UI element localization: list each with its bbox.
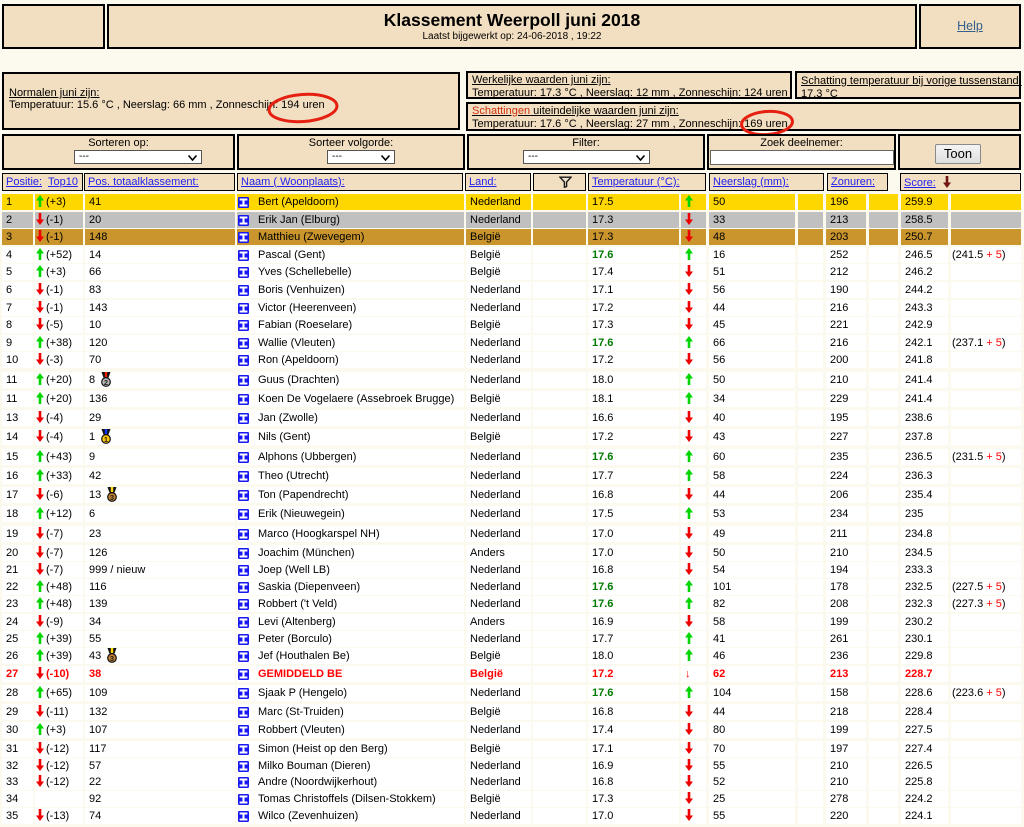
svg-text:2: 2 bbox=[104, 378, 108, 387]
svg-text:3: 3 bbox=[110, 654, 114, 663]
svg-text:1: 1 bbox=[104, 435, 108, 444]
svg-text:3: 3 bbox=[110, 493, 114, 502]
